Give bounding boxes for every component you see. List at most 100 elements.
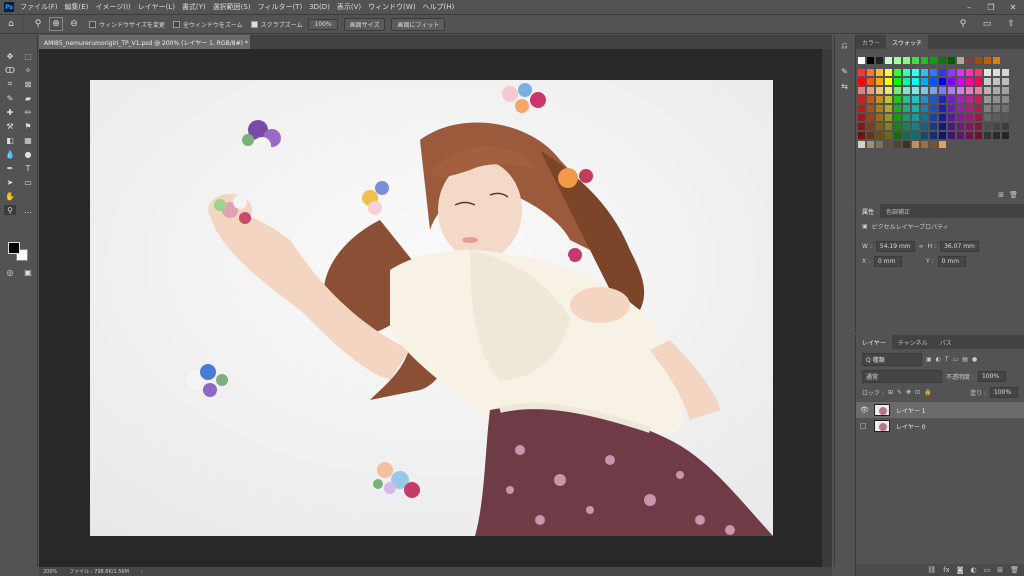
swatch[interactable] <box>921 57 928 64</box>
blur-tool-icon[interactable]: 💧 <box>4 149 16 159</box>
tab-adjustments[interactable]: 色調補正 <box>880 204 916 218</box>
swatch[interactable] <box>867 123 874 130</box>
tab-channels[interactable]: チャンネル <box>892 335 934 349</box>
restore-icon[interactable]: ❐ <box>980 0 1002 14</box>
swatch[interactable] <box>984 132 991 139</box>
lock-artboard-icon[interactable]: ⊡ <box>915 389 920 396</box>
swatch[interactable] <box>975 57 982 64</box>
fx-icon[interactable]: fx <box>943 566 950 574</box>
swatch[interactable] <box>975 69 982 76</box>
swatch[interactable] <box>885 114 892 121</box>
swatch[interactable] <box>939 78 946 85</box>
swatch[interactable] <box>858 123 865 130</box>
group-icon[interactable]: ▭ <box>984 566 991 574</box>
layer-name[interactable]: レイヤー 0 <box>896 422 926 431</box>
swatch[interactable] <box>984 123 991 130</box>
lock-transparent-icon[interactable]: ⊞ <box>888 389 893 396</box>
swatch[interactable] <box>903 123 910 130</box>
swatch[interactable] <box>1002 132 1009 139</box>
filter-pixel-icon[interactable]: ▣ <box>926 356 932 363</box>
swatch[interactable] <box>930 141 937 148</box>
swatch[interactable] <box>876 96 883 103</box>
zoom-tool-icon[interactable]: ⚲ <box>31 17 45 31</box>
menu-select[interactable]: 選択範囲(S) <box>213 2 251 12</box>
swatch[interactable] <box>930 114 937 121</box>
swatch[interactable] <box>957 87 964 94</box>
swatch[interactable] <box>975 78 982 85</box>
brush-tool-icon[interactable]: ✏ <box>22 107 34 117</box>
home-icon[interactable]: ⌂ <box>4 17 18 31</box>
swatch[interactable] <box>939 114 946 121</box>
layer-row[interactable]: 👁 レイヤー 1 <box>856 402 1024 418</box>
swatch[interactable] <box>930 105 937 112</box>
menu-filter[interactable]: フィルター(T) <box>258 2 303 12</box>
swatch[interactable] <box>894 78 901 85</box>
swatch[interactable] <box>867 105 874 112</box>
adjustment-layer-icon[interactable]: ◐ <box>971 566 977 574</box>
swatch[interactable] <box>903 96 910 103</box>
swatch[interactable] <box>921 114 928 121</box>
menu-file[interactable]: ファイル(F) <box>20 2 58 12</box>
swatch[interactable] <box>912 96 919 103</box>
brush-settings-icon[interactable]: ✎ <box>835 67 854 76</box>
vertical-scrollbar[interactable] <box>822 49 832 567</box>
swatch[interactable] <box>903 69 910 76</box>
tab-paths[interactable]: パス <box>934 335 958 349</box>
swatch[interactable] <box>858 96 865 103</box>
swatch[interactable] <box>1002 78 1009 85</box>
swatch[interactable] <box>912 78 919 85</box>
swatch[interactable] <box>921 132 928 139</box>
swatch[interactable] <box>984 78 991 85</box>
resize-windows-checkbox[interactable]: ウィンドウサイズを変更 <box>89 20 165 29</box>
pen-tool-icon[interactable]: ✒ <box>4 163 16 173</box>
zoom-level[interactable]: 200% <box>43 569 57 575</box>
swatch[interactable] <box>948 132 955 139</box>
menu-type[interactable]: 書式(Y) <box>182 2 206 12</box>
swatch[interactable] <box>867 114 874 121</box>
swatch[interactable] <box>948 96 955 103</box>
swatch[interactable] <box>876 57 883 64</box>
swatch[interactable] <box>894 57 901 64</box>
zoom-all-checkbox[interactable]: 全ウィンドウをズーム <box>172 20 243 29</box>
shape-tool-icon[interactable]: ▭ <box>22 177 34 187</box>
swatch[interactable] <box>993 69 1000 76</box>
new-swatch-icon[interactable]: ⊞ <box>998 191 1004 199</box>
filter-adjust-icon[interactable]: ◐ <box>936 356 941 363</box>
swatch[interactable] <box>930 87 937 94</box>
swatch[interactable] <box>948 78 955 85</box>
menu-3d[interactable]: 3D(D) <box>309 3 330 11</box>
swatch[interactable] <box>921 141 928 148</box>
zoom-in-icon[interactable]: ⊕ <box>49 17 63 31</box>
swatch[interactable] <box>984 105 991 112</box>
swatch[interactable] <box>876 87 883 94</box>
swatch[interactable] <box>867 141 874 148</box>
link-layers-icon[interactable]: ⛓ <box>927 566 936 574</box>
gradient-tool-icon[interactable]: ▦ <box>22 135 34 145</box>
y-field[interactable]: 0 mm <box>937 256 966 267</box>
swatch[interactable] <box>867 78 874 85</box>
swatch[interactable] <box>993 123 1000 130</box>
swatch[interactable] <box>939 69 946 76</box>
swatch[interactable] <box>858 57 865 64</box>
swatch[interactable] <box>975 114 982 121</box>
menu-edit[interactable]: 編集(E) <box>65 2 89 12</box>
dodge-tool-icon[interactable]: ● <box>22 149 34 159</box>
trash-icon[interactable]: 🗑 <box>1010 566 1019 574</box>
swatch[interactable] <box>930 96 937 103</box>
swatch[interactable] <box>939 123 946 130</box>
history-brush-icon[interactable]: ⚑ <box>22 121 34 131</box>
menu-view[interactable]: 表示(V) <box>337 2 361 12</box>
swatch[interactable] <box>876 78 883 85</box>
swatch[interactable] <box>957 69 964 76</box>
lock-all-icon[interactable]: 🔒 <box>924 389 931 396</box>
menu-layer[interactable]: レイヤー(L) <box>138 2 175 12</box>
fill-screen-button[interactable]: 画面にフィット <box>391 17 446 31</box>
type-tool-icon[interactable]: T <box>22 163 34 173</box>
swatch[interactable] <box>930 123 937 130</box>
adjustments-icon[interactable]: ⇆ <box>835 82 854 91</box>
swatch[interactable] <box>984 87 991 94</box>
tab-properties[interactable]: 属性 <box>856 204 881 218</box>
photoshop-logo-icon[interactable]: Ps <box>4 2 14 12</box>
status-arrow-icon[interactable]: › <box>141 569 143 575</box>
filter-shape-icon[interactable]: ▭ <box>953 356 959 363</box>
